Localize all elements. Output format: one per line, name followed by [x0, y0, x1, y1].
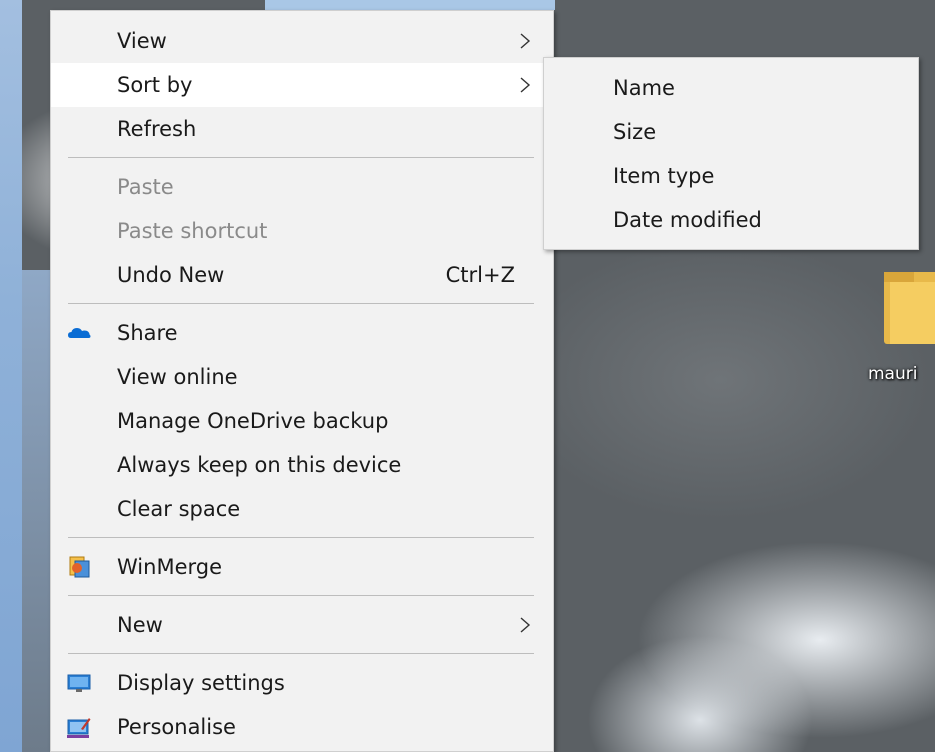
menu-item-label: Undo New [117, 263, 225, 287]
menu-item-view[interactable]: View [51, 19, 553, 63]
submenu-item-label: Item type [613, 164, 715, 188]
submenu-item-label: Size [613, 120, 657, 144]
menu-item-label: Paste [117, 175, 174, 199]
menu-item-label: Display settings [117, 671, 285, 695]
onedrive-cloud-icon [68, 328, 91, 338]
wallpaper-shadow [22, 270, 52, 752]
menu-item-label: New [117, 613, 163, 637]
menu-item-undo-new[interactable]: Undo New Ctrl+Z [51, 253, 553, 297]
menu-item-new[interactable]: New [51, 603, 553, 647]
chevron-right-icon [520, 617, 531, 633]
menu-separator [68, 157, 534, 158]
folder-label[interactable]: mauri [868, 364, 917, 384]
menu-item-paste-shortcut: Paste shortcut [51, 209, 553, 253]
display-settings-icon [67, 674, 91, 692]
menu-separator [68, 595, 534, 596]
menu-item-label: Always keep on this device [117, 453, 402, 477]
menu-item-label: Manage OneDrive backup [117, 409, 389, 433]
menu-separator [68, 653, 534, 654]
submenu-item-label: Date modified [613, 208, 762, 232]
menu-item-display-settings[interactable]: Display settings [51, 661, 553, 705]
menu-item-refresh[interactable]: Refresh [51, 107, 553, 151]
menu-item-label: Refresh [117, 117, 197, 141]
menu-item-clear-space[interactable]: Clear space [51, 487, 553, 531]
keyboard-shortcut: Ctrl+Z [445, 263, 515, 287]
menu-separator [68, 303, 534, 304]
submenu-item-size[interactable]: Size [544, 110, 918, 154]
folder-icon[interactable] [880, 268, 935, 348]
personalise-icon [67, 718, 91, 738]
menu-item-view-online[interactable]: View online [51, 355, 553, 399]
menu-item-label: Clear space [117, 497, 241, 521]
wallpaper-sky [265, 0, 555, 10]
menu-item-share[interactable]: Share [51, 311, 553, 355]
menu-separator [68, 537, 534, 538]
winmerge-icon [69, 556, 90, 578]
menu-item-label: View [117, 29, 167, 53]
menu-item-label: View online [117, 365, 238, 389]
sort-by-submenu: Name Size Item type Date modified [543, 57, 919, 250]
menu-item-paste: Paste [51, 165, 553, 209]
menu-item-label: WinMerge [117, 555, 222, 579]
submenu-item-date-modified[interactable]: Date modified [544, 198, 918, 242]
menu-item-personalise[interactable]: Personalise [51, 705, 553, 749]
submenu-item-label: Name [613, 76, 675, 100]
menu-item-label: Paste shortcut [117, 219, 268, 243]
submenu-item-name[interactable]: Name [544, 66, 918, 110]
menu-item-winmerge[interactable]: WinMerge [51, 545, 553, 589]
menu-item-always-keep[interactable]: Always keep on this device [51, 443, 553, 487]
menu-item-label: Share [117, 321, 178, 345]
menu-item-label: Sort by [117, 73, 193, 97]
chevron-right-icon [520, 33, 531, 49]
submenu-item-item-type[interactable]: Item type [544, 154, 918, 198]
menu-item-label: Personalise [117, 715, 236, 739]
menu-item-sort-by[interactable]: Sort by [51, 63, 553, 107]
menu-item-manage-onedrive-backup[interactable]: Manage OneDrive backup [51, 399, 553, 443]
wallpaper-edge [0, 0, 22, 752]
chevron-right-icon [520, 77, 531, 93]
desktop-context-menu: View Sort by Refresh Paste Paste shortcu… [50, 10, 554, 752]
